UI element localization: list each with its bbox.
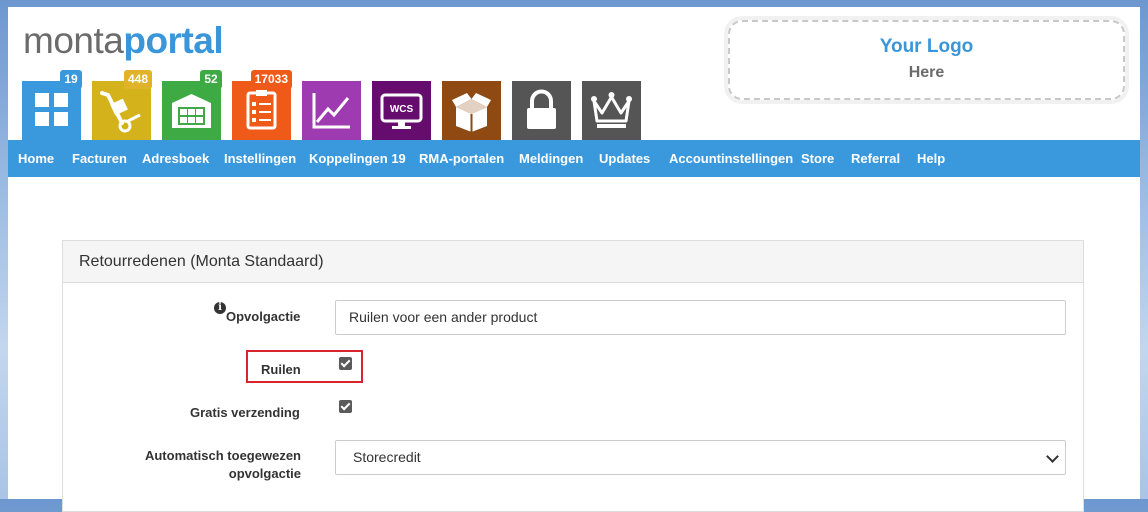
tile-shipments[interactable]: 448	[92, 70, 152, 140]
tile-badge: 19	[60, 70, 82, 89]
nav-store[interactable]: Store	[801, 140, 834, 177]
chevron-down-icon	[1046, 450, 1059, 463]
logo-part-monta: monta	[23, 20, 124, 61]
nav-adresboek[interactable]: Adresboek	[142, 140, 209, 177]
nav-referral[interactable]: Referral	[851, 140, 900, 177]
panel-title: Retourredenen (Monta Standaard)	[63, 241, 1083, 283]
wcs-label: WCS	[390, 104, 414, 115]
tile-badge: 448	[123, 70, 152, 89]
ruilen-label: Ruilen	[261, 362, 301, 377]
ruilen-checkbox[interactable]	[339, 357, 352, 370]
gratis-verzending-checkbox[interactable]	[339, 400, 352, 413]
placeholder-logo: Your Logo Here	[728, 20, 1125, 100]
lock-icon	[527, 89, 556, 129]
retourredenen-panel: Retourredenen (Monta Standaard) i Opvolg…	[62, 240, 1084, 512]
tile-returns[interactable]	[442, 81, 501, 140]
chart-icon	[312, 93, 350, 129]
tile-premium[interactable]	[582, 81, 641, 140]
crown-icon	[591, 92, 632, 128]
nav-home[interactable]: Home	[18, 140, 54, 177]
nav-instellingen[interactable]: Instellingen	[224, 140, 296, 177]
opvolgactie-label: Opvolgactie	[226, 309, 301, 324]
tile-warehouse[interactable]: 52	[162, 70, 222, 140]
tile-dashboard[interactable]: 19	[22, 70, 82, 140]
wcs-monitor-icon: WCS	[380, 93, 423, 129]
tile-statistics[interactable]	[302, 81, 361, 140]
nav-updates[interactable]: Updates	[599, 140, 650, 177]
nav-koppelingen[interactable]: Koppelingen 19	[309, 140, 406, 177]
placeholder-logo-line1: Your Logo	[879, 36, 974, 57]
nav-facturen[interactable]: Facturen	[72, 140, 127, 177]
info-icon[interactable]: i	[214, 302, 226, 314]
nav-accountinstellingen[interactable]: Accountinstellingen	[669, 140, 793, 177]
nav-help[interactable]: Help	[917, 140, 945, 177]
opvolgactie-input[interactable]: Ruilen voor een ander product	[335, 300, 1066, 335]
nav-meldingen[interactable]: Meldingen	[519, 140, 583, 177]
hand-truck-icon	[100, 91, 141, 133]
tile-badge: 52	[200, 70, 222, 89]
warehouse-icon	[172, 94, 211, 128]
tile-badge: 17033	[250, 70, 292, 89]
auto-opvolgactie-label-line1: Automatisch toegewezen	[144, 448, 301, 463]
logo-part-portal: portal	[123, 20, 224, 61]
open-box-icon	[452, 93, 491, 132]
nav-rma-portalen[interactable]: RMA-portalen	[419, 140, 504, 177]
placeholder-logo-line2: Here	[908, 64, 945, 81]
tile-orders[interactable]: 17033	[232, 70, 292, 140]
auto-opvolgactie-label-line2: opvolgactie	[228, 466, 301, 481]
gratis-verzending-label: Gratis verzending	[190, 405, 300, 420]
tile-security[interactable]	[512, 81, 571, 140]
main-navbar: Home Facturen Adresboek Instellingen Kop…	[8, 140, 1140, 177]
clipboard-icon	[246, 90, 277, 130]
auto-opvolgactie-select[interactable]: Storecredit	[335, 440, 1066, 475]
montaportal-logo[interactable]: montaportal	[23, 20, 224, 61]
dashboard-icon	[35, 93, 68, 126]
tile-wcs[interactable]: WCS	[372, 81, 431, 140]
auto-opvolgactie-value: Storecredit	[353, 449, 421, 465]
page: montaportal 19 448 52 17033 WCS Your Log…	[8, 7, 1140, 512]
auto-opvolgactie-label: Automatisch toegewezen opvolgactie	[143, 447, 301, 483]
